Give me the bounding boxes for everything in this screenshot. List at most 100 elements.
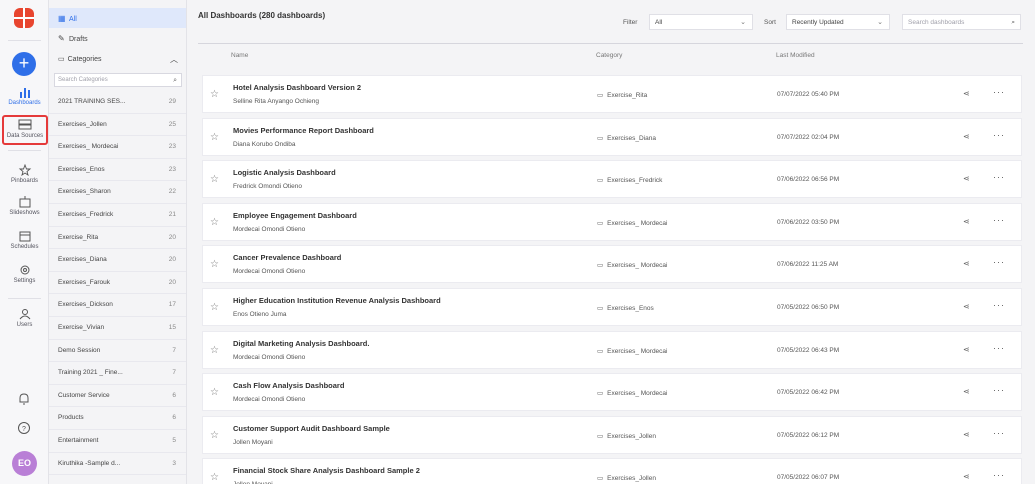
category-count: 6 (172, 391, 176, 399)
category-item[interactable]: Exercises_Sharon 22 (49, 181, 186, 204)
category-item[interactable]: Entertainment 5 (49, 430, 186, 453)
share-icon[interactable]: ⋖ (963, 259, 970, 268)
category-item[interactable]: Demo Session 7 (49, 340, 186, 363)
dashboard-row[interactable]: ☆ Hotel Analysis Dashboard Version 2 Selli… (202, 75, 1022, 113)
star-icon[interactable]: ☆ (210, 132, 219, 143)
more-options-icon[interactable]: ··· (993, 130, 1005, 140)
column-header-last-modified[interactable]: Last Modified (776, 52, 815, 59)
category-item[interactable]: Exercises_Enos 23 (49, 159, 186, 182)
rail-dashboards[interactable]: Dashboards (0, 86, 49, 106)
category-item[interactable]: Training 2021 _ Fine... 7 (49, 362, 186, 385)
star-icon[interactable]: ☆ (210, 302, 219, 313)
star-icon[interactable]: ☆ (210, 430, 219, 441)
bar-chart-icon (19, 88, 30, 98)
category-item[interactable]: Exercises_Fredrick 21 (49, 204, 186, 227)
chevron-up-icon[interactable]: ︿ (170, 49, 178, 71)
category-item[interactable]: Exercise_Vivian 15 (49, 317, 186, 340)
category-item[interactable]: Exercise_Rita 20 (49, 227, 186, 250)
category-count: 20 (168, 256, 176, 264)
more-options-icon[interactable]: ··· (993, 428, 1005, 438)
category-item[interactable]: Exercises_Diana 20 (49, 249, 186, 272)
rail-data-sources[interactable]: Data Sources (2, 115, 48, 145)
share-icon[interactable]: ⋖ (963, 472, 970, 481)
more-options-icon[interactable]: ··· (993, 172, 1005, 182)
category-item[interactable]: Customer Service 6 (49, 385, 186, 408)
share-icon[interactable]: ⋖ (963, 387, 970, 396)
share-icon[interactable]: ⋖ (963, 132, 970, 141)
category-item[interactable]: Exercises_ Mordecai 23 (49, 136, 186, 159)
category-text: Exercises_Diana (607, 134, 656, 142)
avatar[interactable]: EO (12, 451, 37, 476)
rail-schedules[interactable]: Schedules (0, 230, 49, 250)
filter-select[interactable]: All ⌄ (649, 14, 753, 30)
all-dashboards-link[interactable]: ▦ All (49, 8, 186, 28)
sort-select[interactable]: Recently Updated ⌄ (786, 14, 890, 30)
more-options-icon[interactable]: ··· (993, 257, 1005, 267)
column-header-category[interactable]: Category (596, 52, 622, 59)
app-logo-icon[interactable] (14, 8, 34, 28)
dashboard-name[interactable]: Financial Stock Share Analysis Dashboard… (233, 466, 420, 475)
dashboard-row[interactable]: ☆ Financial Stock Share Analysis Dashboar… (202, 458, 1022, 484)
dashboard-name[interactable]: Cancer Prevalence Dashboard (233, 253, 341, 262)
rail-slideshows[interactable]: Slideshows (0, 196, 49, 216)
star-icon[interactable]: ☆ (210, 345, 219, 356)
chevron-down-icon: ⌄ (877, 19, 883, 26)
more-options-icon[interactable]: ··· (993, 343, 1005, 353)
star-icon[interactable]: ☆ (210, 174, 219, 185)
dashboard-row[interactable]: ☆ Cash Flow Analysis Dashboard Mordecai Om… (202, 373, 1022, 412)
category-item[interactable]: Kiruthika -Sample d... 3 (49, 453, 186, 476)
rail-pinboards[interactable]: Pinboards (0, 164, 49, 184)
categories-header[interactable]: ▭ Categories ︿ (49, 49, 186, 71)
drafts-link[interactable]: ✎ Drafts (49, 28, 186, 49)
more-options-icon[interactable]: ··· (993, 215, 1005, 225)
dashboard-name[interactable]: Higher Education Institution Revenue Ana… (233, 296, 441, 305)
category-item[interactable]: Products 6 (49, 407, 186, 430)
bell-icon[interactable] (17, 392, 31, 406)
dashboard-row[interactable]: ☆ Customer Support Audit Dashboard Sample… (202, 415, 1022, 454)
category-name: Entertainment (58, 436, 99, 444)
dashboard-name[interactable]: Digital Marketing Analysis Dashboard. (233, 339, 369, 348)
dashboard-row[interactable]: ☆ Movies Performance Report Dashboard Dian… (202, 117, 1022, 156)
category-search-input[interactable]: Search Categories ⌕ (54, 73, 182, 87)
star-icon[interactable]: ☆ (210, 217, 219, 228)
create-new-button[interactable]: + (12, 52, 36, 76)
dashboard-name[interactable]: Movies Performance Report Dashboard (233, 126, 374, 135)
dashboard-row[interactable]: ☆ Higher Education Institution Revenue An… (202, 287, 1022, 326)
dashboard-search-input[interactable]: Search dashboards ⌕ (902, 14, 1021, 30)
category-item[interactable]: Exercises_Jollen 25 (49, 114, 186, 137)
share-icon[interactable]: ⋖ (963, 174, 970, 183)
share-icon[interactable]: ⋖ (963, 302, 970, 311)
star-icon[interactable]: ☆ (210, 89, 219, 100)
rail-settings[interactable]: Settings (0, 264, 49, 284)
dashboard-row[interactable]: ☆ Employee Engagement Dashboard Mordecai O… (202, 202, 1022, 241)
dashboard-row[interactable]: ☆ Cancer Prevalence Dashboard Mordecai Omo… (202, 245, 1022, 284)
last-modified: 07/07/2022 05:40 PM (777, 91, 840, 98)
dashboard-name[interactable]: Logistic Analysis Dashboard (233, 168, 336, 177)
star-icon[interactable]: ☆ (210, 472, 219, 483)
column-header-name[interactable]: Name (231, 52, 248, 59)
category-count: 25 (168, 120, 176, 128)
dashboard-name[interactable]: Cash Flow Analysis Dashboard (233, 381, 344, 390)
share-icon[interactable]: ⋖ (963, 89, 970, 98)
more-options-icon[interactable]: ··· (993, 300, 1005, 310)
dashboard-name[interactable]: Customer Support Audit Dashboard Sample (233, 424, 390, 433)
help-icon[interactable]: ? (17, 421, 31, 435)
rail-users[interactable]: Users (0, 308, 49, 328)
more-options-icon[interactable]: ··· (993, 385, 1005, 395)
rail-label: Settings (13, 278, 36, 284)
dashboard-row[interactable]: ☆ Digital Marketing Analysis Dashboard. Mo… (202, 330, 1022, 369)
category-item[interactable]: Exercises_Farouk 20 (49, 272, 186, 295)
star-icon[interactable]: ☆ (210, 259, 219, 270)
category-item[interactable]: Exercises_Dickson 17 (49, 294, 186, 317)
more-options-icon[interactable]: ··· (993, 87, 1005, 97)
dashboard-name[interactable]: Employee Engagement Dashboard (233, 211, 357, 220)
more-options-icon[interactable]: ··· (993, 470, 1005, 480)
star-icon[interactable]: ☆ (210, 387, 219, 398)
share-icon[interactable]: ⋖ (963, 345, 970, 354)
share-icon[interactable]: ⋖ (963, 217, 970, 226)
dashboard-name[interactable]: Hotel Analysis Dashboard Version 2 (233, 83, 361, 92)
last-modified: 07/05/2022 06:50 PM (777, 303, 840, 311)
dashboard-row[interactable]: ☆ Logistic Analysis Dashboard Fredrick Omo… (202, 160, 1022, 199)
share-icon[interactable]: ⋖ (963, 430, 970, 439)
category-item[interactable]: 2021 TRAINING SES... 29 (49, 91, 186, 114)
